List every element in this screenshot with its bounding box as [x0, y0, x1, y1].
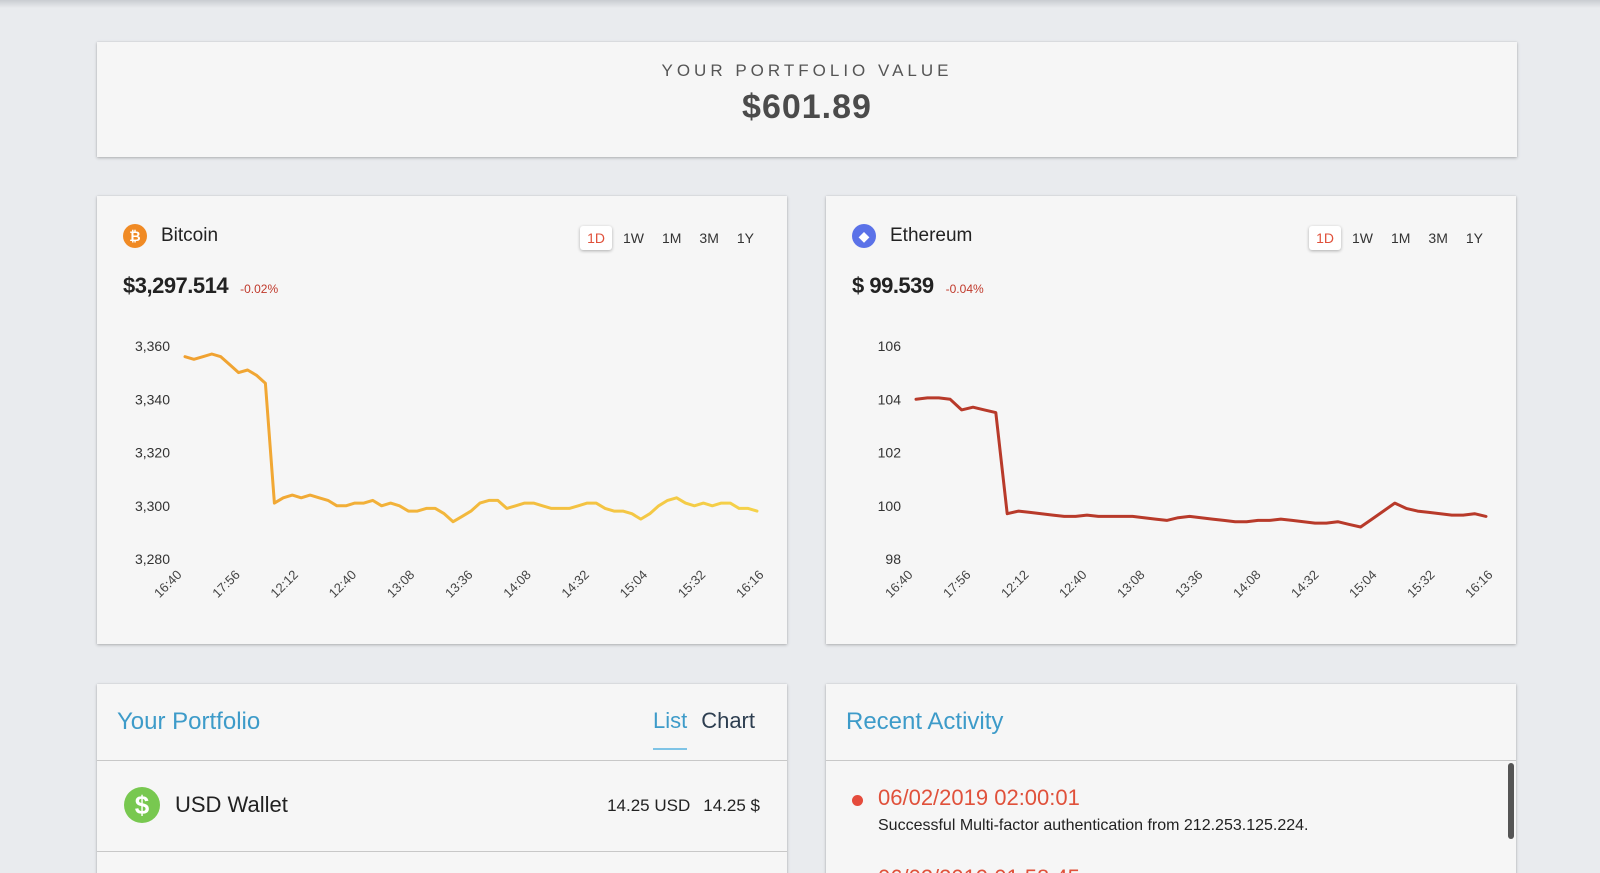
- portfolio-value-card: YOUR PORTFOLIO VALUE $601.89: [97, 42, 1517, 157]
- bitcoin-header: ₿ Bitcoin: [123, 224, 218, 248]
- y-tick-label: 3,340: [135, 391, 170, 407]
- activity-item: 06/02/2019 01:58:45: [852, 865, 1080, 873]
- activity-date: 06/02/2019 01:58:45: [878, 865, 1080, 873]
- portfolio-value-amount: $601.89: [742, 88, 872, 126]
- ethereum-price-row: $ 99.539 -0.04%: [852, 273, 984, 299]
- x-tick-label: 15:32: [1404, 567, 1438, 601]
- bitcoin-chart-card: ₿ Bitcoin 1D 1W 1M 3M 1Y $3,297.514 -0.0…: [97, 196, 787, 644]
- range-1m-button[interactable]: 1M: [1384, 226, 1417, 250]
- price-line: [914, 396, 1488, 529]
- wallet-amounts: 14.25 USD 14.25 $: [607, 796, 760, 816]
- range-1m-button[interactable]: 1M: [655, 226, 688, 250]
- bitcoin-price: $3,297.514: [123, 273, 229, 298]
- ethereum-icon: ◆: [852, 224, 876, 248]
- list-view-tab[interactable]: List: [652, 708, 688, 750]
- ethereum-line-chart: 106 104 102 100 9816:40 17:56 12:12 12:40 13:08 1…: [878, 338, 1496, 601]
- ethereum-header: ◆ Ethereum: [852, 224, 972, 248]
- dollar-icon: $: [124, 787, 160, 823]
- y-tick-label: 3,320: [135, 445, 170, 461]
- wallet-amount-dollar: 14.25 $: [703, 796, 760, 815]
- x-tick-label: 12:12: [267, 567, 301, 601]
- range-1y-button[interactable]: 1Y: [730, 226, 761, 250]
- x-tick-label: 14:32: [558, 567, 592, 601]
- y-tick-label: 3,360: [135, 338, 170, 354]
- x-tick-label: 16:16: [733, 567, 767, 601]
- y-tick-label: 100: [878, 498, 902, 514]
- range-3m-button[interactable]: 3M: [1421, 226, 1454, 250]
- portfolio-title: Your Portfolio: [117, 708, 261, 735]
- wallet-name: USD Wallet: [175, 792, 288, 817]
- y-tick-label: 3,300: [135, 498, 170, 514]
- y-tick-label: 104: [878, 391, 902, 407]
- range-3m-button[interactable]: 3M: [692, 226, 725, 250]
- y-tick-label: 98: [885, 551, 901, 567]
- bitcoin-range-selector: 1D 1W 1M 3M 1Y: [580, 226, 761, 250]
- x-tick-label: 13:08: [1114, 567, 1148, 601]
- x-tick-label: 14:32: [1288, 567, 1322, 601]
- ethereum-range-selector: 1D 1W 1M 3M 1Y: [1309, 226, 1490, 250]
- coin-name: Bitcoin: [161, 225, 219, 246]
- x-tick-label: 14:08: [1230, 567, 1264, 601]
- range-1y-button[interactable]: 1Y: [1459, 226, 1490, 250]
- bitcoin-line-chart: 3,360 3,340 3,320 3,300 3,28016:40 17:56 12:12…: [135, 338, 767, 601]
- activity-list[interactable]: 06/02/2019 02:00:01 Successful Multi-fac…: [826, 761, 1516, 873]
- range-1d-button[interactable]: 1D: [1309, 226, 1341, 250]
- bitcoin-price-row: $3,297.514 -0.02%: [123, 273, 278, 299]
- x-tick-label: 17:56: [209, 567, 243, 601]
- range-1w-button[interactable]: 1W: [1345, 226, 1380, 250]
- x-tick-label: 15:32: [675, 567, 709, 601]
- x-tick-label: 14:08: [500, 567, 534, 601]
- activity-item: 06/02/2019 02:00:01 Successful Multi-fac…: [852, 785, 1308, 835]
- x-tick-label: 17:56: [940, 567, 974, 601]
- x-tick-label: 13:36: [442, 567, 476, 601]
- recent-activity-card: Recent Activity 06/02/2019 02:00:01 Succ…: [826, 684, 1516, 873]
- ethereum-price: $ 99.539: [852, 273, 934, 298]
- y-tick-label: 102: [878, 445, 902, 461]
- top-shadow: [0, 0, 1600, 8]
- x-tick-label: 16:16: [1462, 567, 1496, 601]
- x-tick-label: 16:40: [882, 567, 916, 601]
- range-1w-button[interactable]: 1W: [616, 226, 651, 250]
- range-1d-button[interactable]: 1D: [580, 226, 612, 250]
- bitcoin-change: -0.02%: [240, 282, 279, 296]
- wallet-row[interactable]: $ USD Wallet 14.25 USD 14.25 $: [97, 761, 787, 852]
- activity-date: 06/02/2019 02:00:01: [878, 785, 1080, 810]
- portfolio-value-label: YOUR PORTFOLIO VALUE: [661, 61, 953, 80]
- y-tick-label: 3,280: [135, 551, 170, 567]
- activity-title: Recent Activity: [846, 708, 1004, 735]
- ethereum-change: -0.04%: [945, 282, 984, 296]
- y-tick-label: 106: [878, 338, 902, 354]
- chart-view-tab[interactable]: Chart: [701, 708, 755, 734]
- portfolio-card: Your Portfolio List Chart $ USD Wallet 1…: [97, 684, 787, 873]
- x-tick-label: 13:36: [1172, 567, 1206, 601]
- coin-name: Ethereum: [890, 225, 973, 246]
- view-toggle: List Chart: [652, 708, 755, 750]
- price-line: [183, 352, 759, 524]
- x-tick-label: 12:40: [1056, 567, 1090, 601]
- bitcoin-icon: ₿: [123, 224, 147, 248]
- activity-scrollbar[interactable]: [1508, 763, 1514, 839]
- activity-dot-icon: [852, 795, 863, 806]
- x-tick-label: 16:40: [151, 567, 185, 601]
- x-tick-label: 12:12: [998, 567, 1032, 601]
- activity-description: Successful Multi-factor authentication f…: [878, 817, 1309, 834]
- x-tick-label: 15:04: [1346, 567, 1380, 601]
- x-tick-label: 13:08: [384, 567, 418, 601]
- ethereum-chart-card: ◆ Ethereum 1D 1W 1M 3M 1Y $ 99.539 -0.04…: [826, 196, 1516, 644]
- x-tick-label: 15:04: [617, 567, 651, 601]
- wallet-amount-usd: 14.25 USD: [607, 796, 691, 815]
- x-tick-label: 12:40: [326, 567, 360, 601]
